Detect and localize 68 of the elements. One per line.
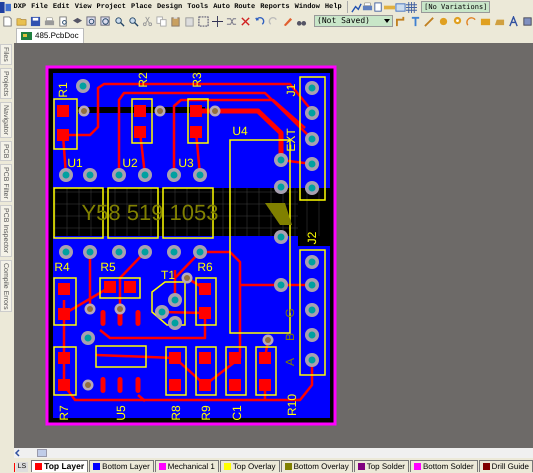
pcb-document-icon — [21, 32, 32, 40]
new-document-icon[interactable] — [2, 16, 13, 26]
layer-tab[interactable]: Bottom Overlay — [280, 460, 353, 472]
track-icon[interactable] — [396, 16, 407, 26]
designator-label: U5 — [114, 405, 128, 421]
clipboard-icon[interactable] — [184, 16, 195, 26]
designator-label: U3 — [178, 156, 194, 170]
app-logo-icon[interactable] — [0, 2, 11, 12]
pencil-icon[interactable] — [282, 16, 293, 26]
designator-label: R2 — [136, 72, 150, 88]
branch-icon[interactable] — [410, 16, 421, 26]
magnifier-icon[interactable] — [114, 16, 125, 26]
designator-label: R4 — [54, 260, 70, 274]
designator-label: R10 — [285, 394, 299, 416]
layer-tab[interactable]: Drill Guide — [478, 460, 533, 472]
layer-tab[interactable]: Top Layer — [31, 460, 88, 472]
designator-label: U1 — [67, 156, 83, 170]
designator-label: R5 — [100, 260, 116, 274]
dropdown-caret-icon — [384, 19, 390, 23]
save-icon[interactable] — [30, 16, 41, 26]
clipboard-icon[interactable] — [170, 16, 181, 26]
shuffle-icon[interactable] — [226, 16, 237, 26]
selection-rectangle-icon[interactable] — [198, 16, 209, 26]
designator-label: R3 — [190, 72, 204, 88]
copy-icon[interactable] — [156, 16, 167, 26]
magnifier-icon[interactable] — [128, 16, 139, 26]
designator-label: U4 — [232, 124, 248, 138]
layer-tab[interactable]: Top Solder — [354, 460, 409, 472]
layer-tab[interactable]: Bottom Layer — [89, 460, 154, 472]
move-cross-icon[interactable] — [212, 16, 223, 26]
designator-label: G — [283, 308, 297, 318]
document-tab[interactable]: 485.PcbDoc — [16, 28, 84, 43]
saved-combo[interactable]: (Not Saved) — [314, 15, 393, 27]
chart-icon[interactable] — [351, 2, 362, 12]
designator-label: R8 — [169, 405, 183, 421]
window-icon[interactable] — [395, 2, 406, 12]
tab-label: 485.PcbDoc — [35, 30, 79, 42]
component-icon[interactable] — [522, 16, 533, 26]
scroll-thumb[interactable] — [37, 449, 47, 457]
printer-icon[interactable] — [362, 2, 374, 12]
grid-icon[interactable] — [406, 2, 418, 12]
designator-label: R9 — [199, 405, 213, 421]
designator-label: A — [283, 358, 297, 366]
layer-tab[interactable]: Mechanical 1 — [154, 460, 219, 472]
designator-label: J2 — [305, 232, 319, 244]
via-icon[interactable] — [452, 16, 463, 26]
arc-icon[interactable] — [466, 16, 477, 26]
document-stack-icon[interactable] — [373, 2, 384, 12]
deselect-icon[interactable] — [240, 16, 251, 26]
bottom-overlay-logo-drawing — [265, 203, 292, 225]
printer-icon[interactable] — [44, 16, 55, 26]
scroll-left-icon[interactable] — [14, 449, 22, 457]
designator-label: C1 — [230, 405, 244, 421]
designator-label: R6 — [197, 260, 213, 274]
layer-tab[interactable]: Bottom Solder — [410, 460, 478, 472]
designator-label: R7 — [57, 405, 71, 421]
designator-label: J1 — [284, 84, 298, 96]
text-icon[interactable] — [508, 16, 519, 26]
designator-label: R1 — [56, 82, 70, 98]
designator-label: U2 — [122, 156, 138, 170]
layer-tab[interactable]: Top Overlay — [220, 460, 280, 472]
zoom-area-icon[interactable] — [86, 16, 97, 26]
designator-label: B — [283, 333, 297, 341]
print-preview-icon[interactable] — [58, 16, 69, 26]
undo-icon[interactable] — [254, 16, 265, 26]
combo-value: (Not Saved) — [317, 15, 370, 27]
designator-label: EXT — [284, 128, 298, 152]
zoom-fit-icon[interactable] — [100, 16, 111, 26]
